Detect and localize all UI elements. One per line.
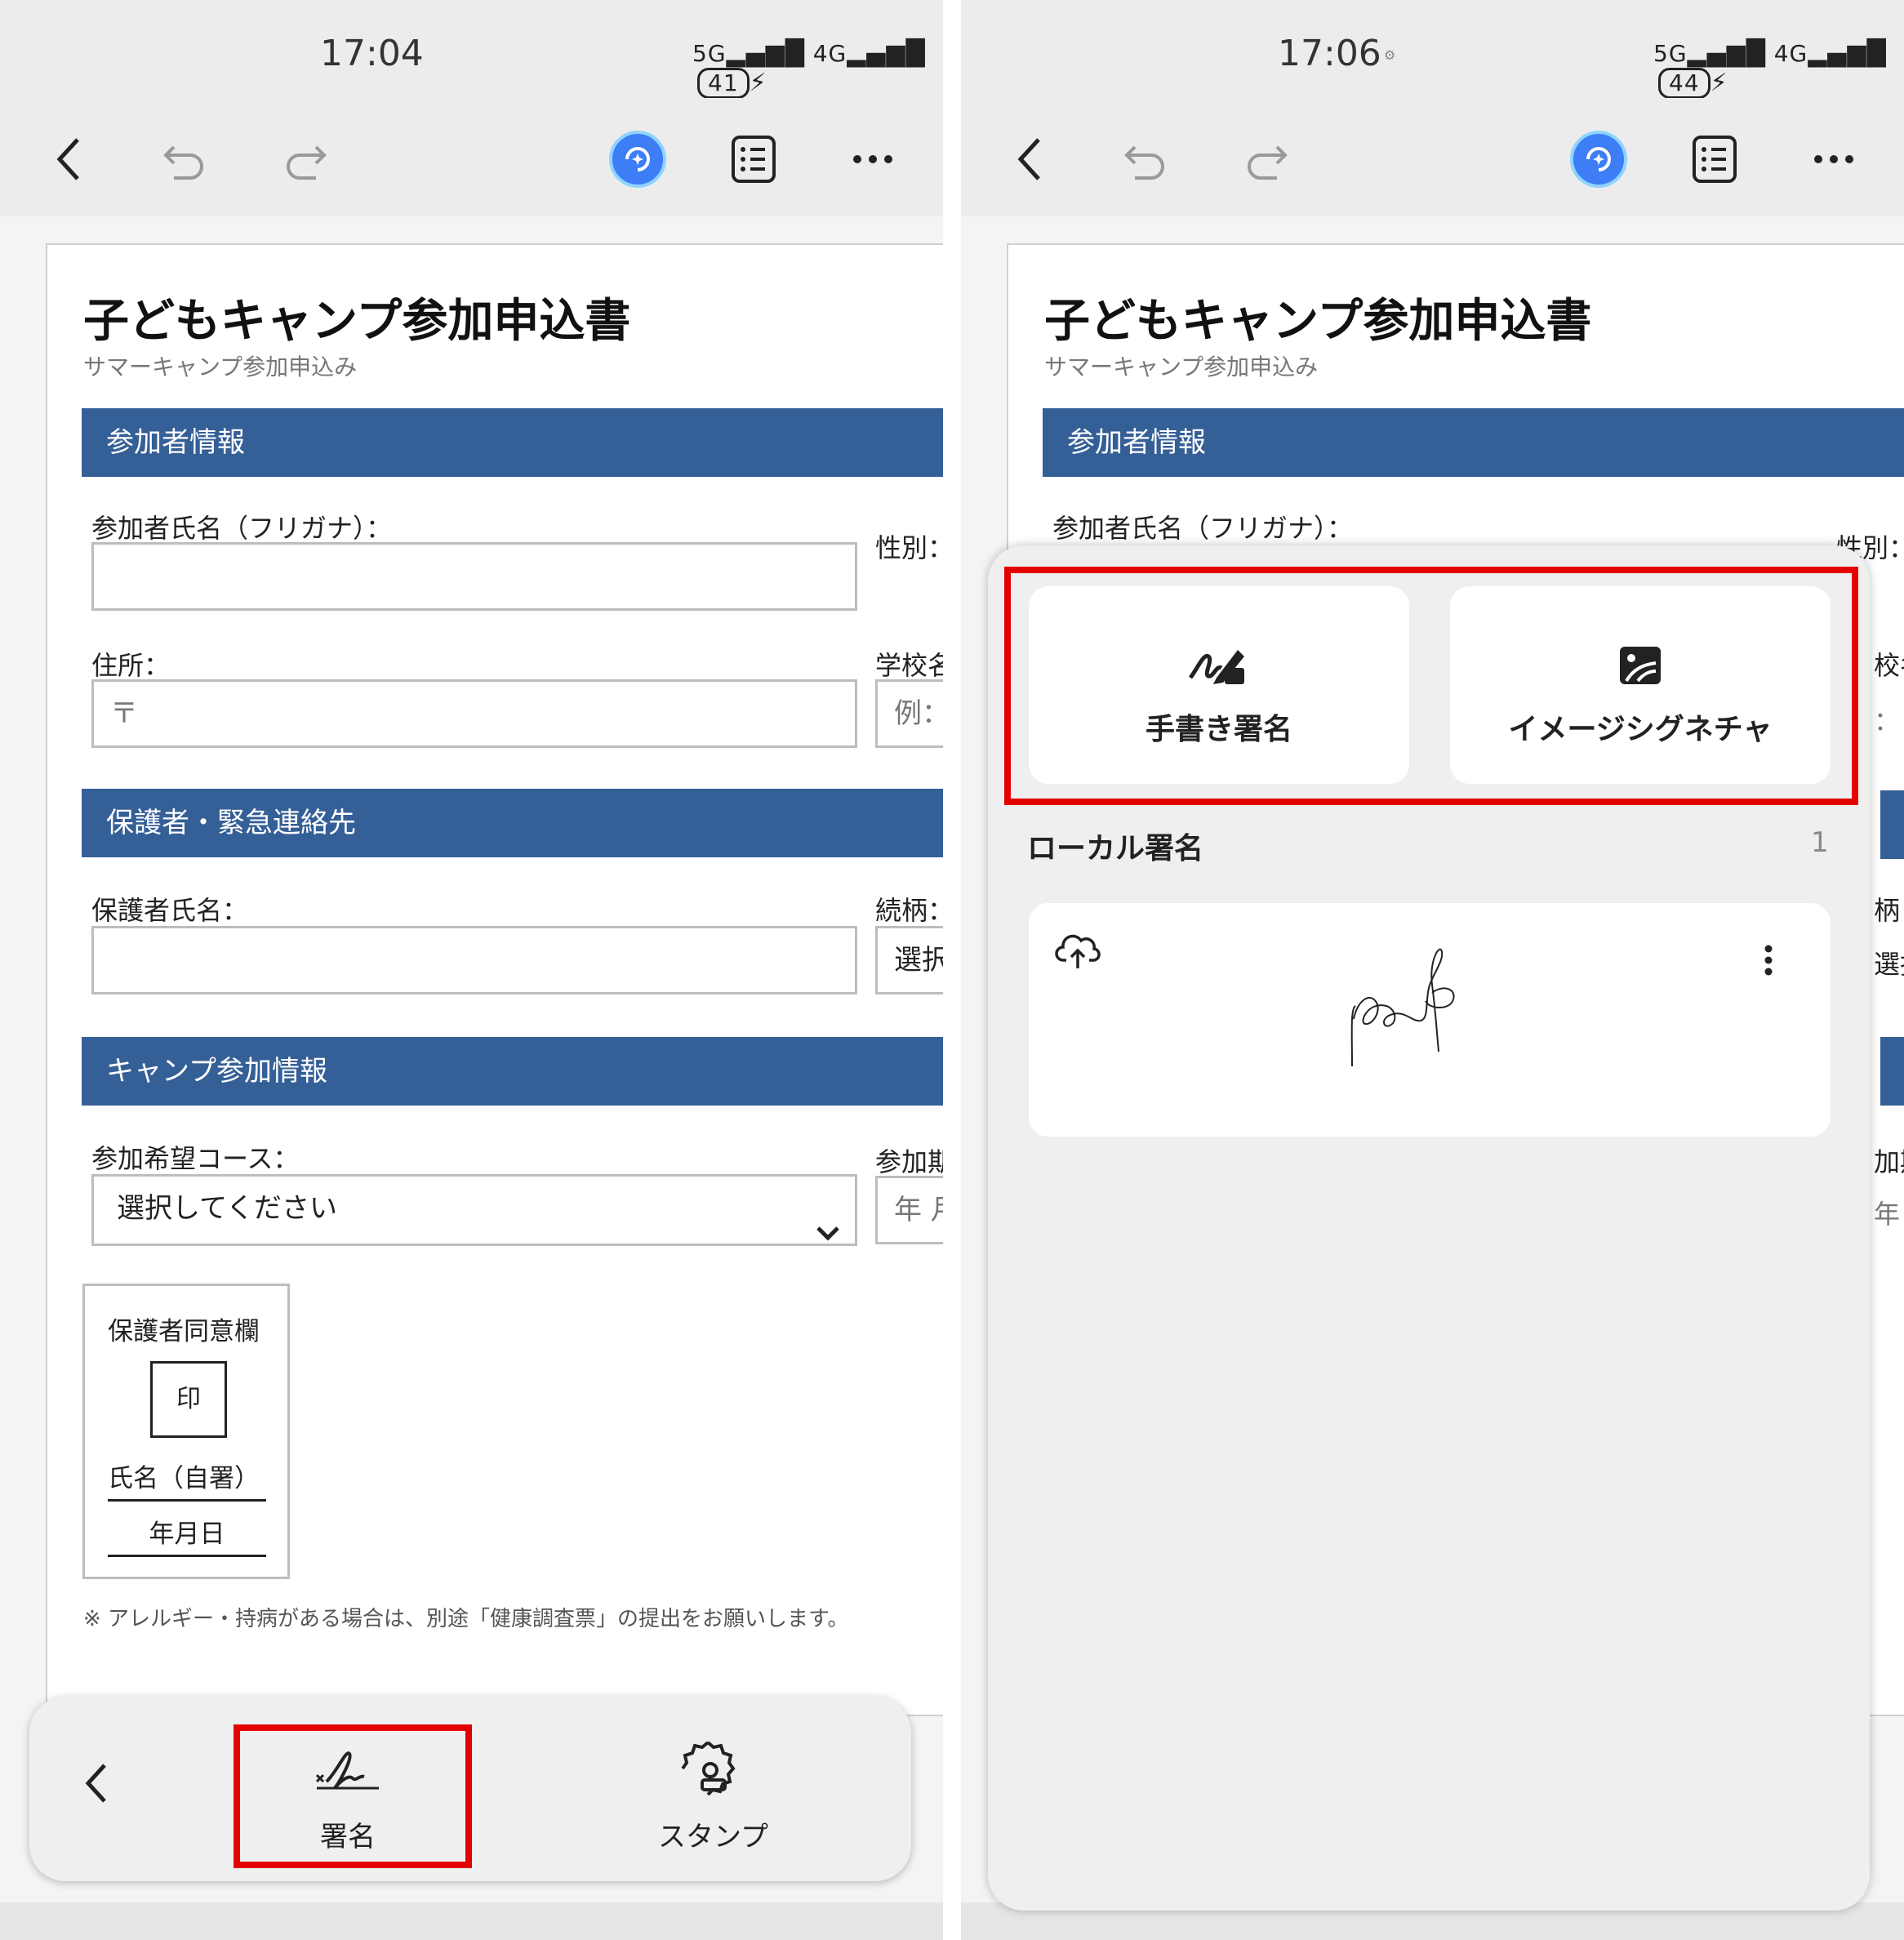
- more-icon[interactable]: [844, 131, 901, 188]
- 4g-signal-icon: 4G: [1773, 40, 1808, 67]
- list-icon[interactable]: [725, 131, 782, 188]
- section-camp: キャンプ参加情報: [82, 1037, 943, 1106]
- redo-icon[interactable]: [276, 131, 333, 188]
- consent-name[interactable]: 氏名（自署）: [108, 1457, 266, 1502]
- signal-icons: 5G▂▄▆█ 4G▂▄▆█ 41 ⚡: [692, 39, 926, 99]
- chevron-down-icon: [816, 1201, 840, 1244]
- top-toolbar-right: [961, 98, 1904, 216]
- status-bar-right: 17:06 ⚙ 5G▂▄▆█ 4G▂▄▆█ 44 ⚡: [961, 0, 1904, 99]
- edge-school-label: 校名: [1874, 650, 1904, 681]
- more-icon[interactable]: [1805, 131, 1862, 188]
- cloud-upload-icon[interactable]: [1055, 932, 1101, 973]
- top-toolbar: [0, 98, 943, 216]
- label-guardian-name: 保護者氏名：: [91, 895, 249, 926]
- label-address: 住所：: [91, 650, 171, 681]
- edge-school-field: ：: [1874, 705, 1901, 736]
- section-participant: 参加者情報: [82, 408, 943, 477]
- label-period: 参加期: [875, 1146, 943, 1177]
- label-name-kana: 参加者氏名（フリガナ）：: [91, 513, 393, 544]
- 4g-signal-icon: 4G: [812, 40, 847, 67]
- section-participant-right: 参加者情報: [1043, 408, 1904, 477]
- address-field[interactable]: 〒: [91, 679, 857, 748]
- stamp-label: スタンプ: [658, 1821, 768, 1853]
- consent-title: 保護者同意欄: [108, 1317, 260, 1346]
- redo-icon[interactable]: [1237, 131, 1294, 188]
- label-course: 参加希望コース：: [91, 1143, 300, 1174]
- edge-section-bar: [1880, 790, 1904, 859]
- back-icon[interactable]: [41, 131, 98, 188]
- screen-divider: [943, 0, 961, 1940]
- bottom-edge: [0, 1902, 943, 1940]
- undo-icon[interactable]: [157, 131, 214, 188]
- saved-signature-card[interactable]: [1029, 903, 1831, 1137]
- kebab-icon[interactable]: [1764, 944, 1773, 980]
- period-field[interactable]: 年 月: [875, 1176, 943, 1244]
- consent-box: 保護者同意欄 印 氏名（自署） 年月日: [82, 1284, 290, 1579]
- toolbar-back-icon[interactable]: [82, 1760, 111, 1809]
- left-screen: 17:04 5G▂▄▆█ 4G▂▄▆█ 41 ⚡ 子どもキャンプ参加申込書 サマー…: [0, 0, 943, 1940]
- edge-period-field: 年 月: [1874, 1199, 1904, 1230]
- seal-box[interactable]: 印: [150, 1361, 227, 1438]
- local-signatures-title: ローカル署名: [1027, 832, 1204, 865]
- status-time-right: 17:06: [1278, 33, 1381, 74]
- 5g-signal-icon: 5G: [692, 40, 727, 67]
- document-subtitle: サマーキャンプ参加申込み: [83, 354, 358, 380]
- consent-date[interactable]: 年月日: [108, 1513, 266, 1557]
- ai-assistant-icon[interactable]: [1570, 131, 1627, 188]
- label-gender: 性別：: [875, 532, 943, 563]
- document-title: 子どもキャンプ参加申込書: [83, 295, 631, 348]
- 5g-signal-icon: 5G: [1653, 40, 1688, 67]
- notification-icon: ⚙: [1384, 47, 1396, 63]
- edge-relation-select: 選択: [1874, 949, 1904, 980]
- signal-icons-right: 5G▂▄▆█ 4G▂▄▆█ 44 ⚡: [1653, 39, 1887, 99]
- school-field[interactable]: 例：: [875, 679, 943, 748]
- label-relation: 続柄：: [875, 895, 943, 926]
- ai-assistant-icon[interactable]: [609, 131, 666, 188]
- back-icon[interactable]: [1002, 131, 1059, 188]
- local-signatures-count: 1: [1811, 826, 1829, 859]
- signature-preview-image: [1347, 944, 1527, 1078]
- document-subtitle-right: サマーキャンプ参加申込み: [1044, 354, 1319, 380]
- edge-relation-label: 柄：: [1874, 895, 1904, 926]
- stamp-icon: [679, 1739, 736, 1800]
- guardian-name-field[interactable]: [91, 926, 857, 994]
- undo-icon[interactable]: [1118, 131, 1175, 188]
- status-bar: 17:04 5G▂▄▆█ 4G▂▄▆█ 41 ⚡: [0, 0, 943, 99]
- status-time: 17:04: [320, 33, 424, 74]
- battery-icon: 44: [1658, 68, 1710, 99]
- list-icon[interactable]: [1686, 131, 1743, 188]
- allergy-note: ※ アレルギー・持病がある場合は、別途「健康調査票」の提出をお願いします。: [83, 1607, 849, 1631]
- section-guardian: 保護者・緊急連絡先: [82, 789, 943, 857]
- name-kana-field[interactable]: [91, 542, 857, 611]
- battery-icon: 41: [697, 68, 750, 99]
- signature-options-highlight: [1004, 567, 1858, 805]
- sign-button-highlight[interactable]: [234, 1724, 472, 1868]
- label-name-kana-right: 参加者氏名（フリガナ）：: [1052, 513, 1354, 544]
- label-school: 学校名: [875, 650, 943, 681]
- course-select-value: 選択してください: [117, 1192, 337, 1225]
- edge-period-label: 加期: [1874, 1146, 1904, 1177]
- edge-section-bar-2: [1880, 1037, 1904, 1106]
- course-select[interactable]: 選択してください: [91, 1174, 857, 1246]
- relation-select[interactable]: 選択: [875, 926, 943, 994]
- document-title-right: 子どもキャンプ参加申込書: [1044, 295, 1592, 348]
